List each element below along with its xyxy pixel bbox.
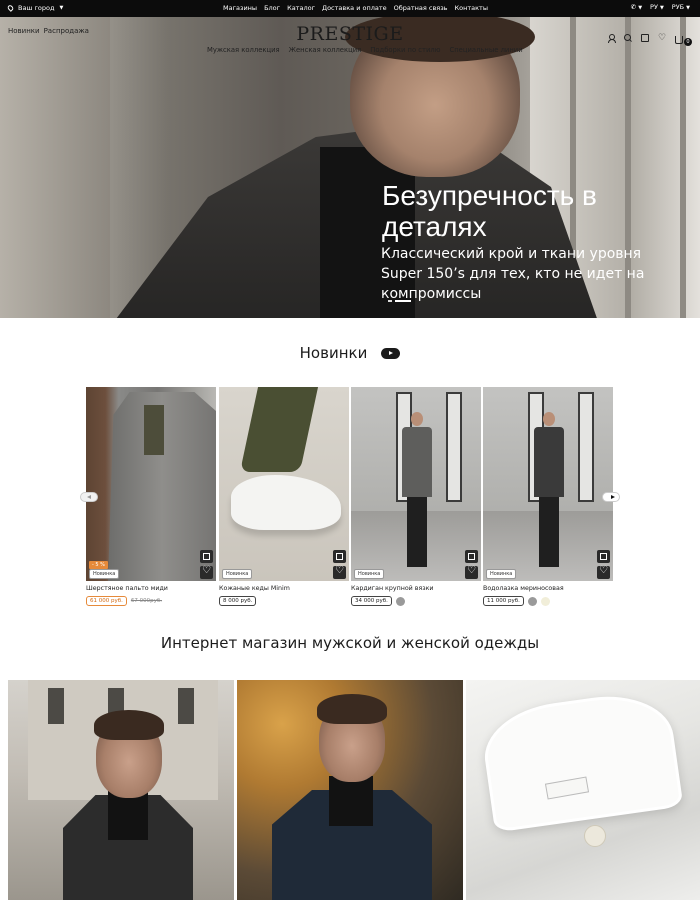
currency-selector[interactable]: РУБ ▼	[672, 3, 690, 11]
product-image[interactable]: Новинка	[351, 387, 481, 581]
main-menu: Мужская коллекция Женская коллекция Подб…	[207, 46, 523, 54]
menu-special-lines[interactable]: Специальные линии	[449, 46, 522, 54]
new-arrivals-title: Новинки	[299, 344, 368, 362]
location-pin-icon	[6, 4, 15, 12]
color-swatch-grey[interactable]	[395, 596, 405, 606]
compare-button[interactable]	[333, 550, 346, 563]
color-swatch-grey[interactable]	[527, 596, 537, 606]
slider-dot[interactable]	[388, 300, 392, 302]
product-image[interactable]: Новинка	[219, 387, 349, 581]
site-logo[interactable]: PRESTIGE	[290, 23, 410, 45]
header-quick-links: Новинки Распродажа	[8, 27, 89, 35]
site-header: Новинки Распродажа PRESTIGE Мужская колл…	[0, 17, 700, 63]
top-nav-catalog[interactable]: Каталог	[287, 4, 315, 12]
product-price: 8 000 руб.	[219, 596, 257, 606]
favorite-button[interactable]	[200, 565, 213, 579]
product-name[interactable]: Водолазка мериносовая	[483, 585, 613, 592]
product-card[interactable]: - 5 % Новинка Шерстяное пальто миди 61 0…	[86, 387, 216, 606]
heart-icon[interactable]: ♡	[658, 33, 666, 42]
product-old-price: 67 000руб.	[130, 598, 163, 604]
city-selector[interactable]: Ваш город ▼	[6, 4, 64, 12]
language-selector[interactable]: РУ ▼	[650, 3, 664, 11]
product-card[interactable]: Новинка Кардиган крупной вязки 34 000 ру…	[351, 387, 481, 606]
color-swatch-cream[interactable]	[540, 596, 550, 606]
menu-style-picks[interactable]: Подборки по стилю	[370, 46, 440, 54]
product-price: 61 000 руб.	[86, 596, 127, 606]
products-carousel: - 5 % Новинка Шерстяное пальто миди 61 0…	[86, 387, 614, 612]
phone-icon[interactable]: ✆ ▼	[631, 3, 642, 11]
new-badge: Новинка	[89, 569, 120, 579]
discount-badge: - 5 %	[89, 561, 108, 569]
hero-subtitle: Классический крой и ткани уровня Super 1…	[381, 246, 645, 302]
cart-count-badge: 0	[684, 38, 692, 46]
product-name[interactable]: Шерстяное пальто миди	[86, 585, 216, 592]
product-name[interactable]: Кардиган крупной вязки	[351, 585, 481, 592]
product-price: 34 000 руб.	[351, 596, 392, 606]
link-sale[interactable]: Распродажа	[44, 27, 89, 35]
new-badge: Новинка	[222, 569, 253, 579]
product-image[interactable]: Новинка	[483, 387, 613, 581]
product-price: 11 000 руб.	[483, 596, 524, 606]
new-badge: Новинка	[486, 569, 517, 579]
carousel-next-button[interactable]	[602, 492, 620, 502]
shop-heading: Интернет магазин мужской и женской одежд…	[160, 634, 540, 652]
bag-icon	[675, 36, 683, 44]
product-card[interactable]: Новинка Водолазка мериносовая 11 000 руб…	[483, 387, 613, 606]
compare-button[interactable]	[597, 550, 610, 563]
new-arrivals-heading: Новинки	[0, 344, 700, 362]
product-card[interactable]: Новинка Кожаные кеды Minim 8 000 руб.	[219, 387, 349, 606]
top-nav: Магазины Блог Каталог Доставка и оплате …	[223, 4, 488, 12]
category-banner-coats[interactable]	[8, 680, 234, 900]
product-image[interactable]: - 5 % Новинка	[86, 387, 216, 581]
top-bar: Ваш город ▼ Магазины Блог Каталог Достав…	[0, 0, 700, 17]
carousel-prev-button[interactable]	[80, 492, 98, 502]
favorite-button[interactable]	[597, 565, 610, 579]
category-banner-vests[interactable]	[237, 680, 463, 900]
top-nav-delivery[interactable]: Доставка и оплате	[322, 4, 387, 12]
compare-icon[interactable]	[641, 33, 649, 42]
compare-button[interactable]	[200, 550, 213, 563]
favorite-button[interactable]	[465, 565, 478, 579]
compare-button[interactable]	[465, 550, 478, 563]
top-nav-stores[interactable]: Магазины	[223, 4, 257, 12]
cart-button[interactable]: 0	[675, 28, 692, 47]
chevron-down-icon: ▼	[59, 5, 64, 11]
hero-slider-dots[interactable]	[388, 300, 411, 302]
hero-headline: Безупречность в деталях	[382, 180, 597, 242]
top-nav-feedback[interactable]: Обратная связь	[394, 4, 448, 12]
search-icon[interactable]	[624, 33, 632, 42]
top-right-controls: ✆ ▼ РУ ▼ РУБ ▼	[631, 3, 690, 11]
slider-dot-active[interactable]	[395, 300, 411, 302]
favorite-button[interactable]	[333, 565, 346, 579]
category-banner-shirts[interactable]	[466, 680, 700, 900]
header-icons: ♡ 0	[607, 28, 692, 47]
top-nav-contacts[interactable]: Контакты	[455, 4, 488, 12]
new-badge: Новинка	[354, 569, 385, 579]
menu-women[interactable]: Женская коллекция	[289, 46, 362, 54]
user-icon[interactable]	[607, 33, 616, 43]
link-new[interactable]: Новинки	[8, 27, 40, 35]
view-all-button[interactable]	[381, 347, 401, 359]
menu-men[interactable]: Мужская коллекция	[207, 46, 280, 54]
product-name[interactable]: Кожаные кеды Minim	[219, 585, 349, 592]
top-nav-blog[interactable]: Блог	[264, 4, 280, 12]
city-label: Ваш город	[18, 4, 55, 12]
